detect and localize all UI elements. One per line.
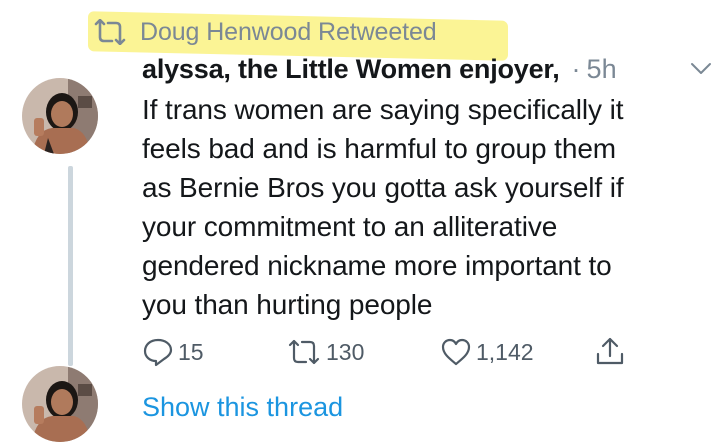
- tweet-text: If trans women are saying specifically i…: [142, 94, 624, 320]
- avatar-photo: [22, 78, 98, 154]
- separator-dot: ·: [571, 54, 581, 84]
- like-count: 1,142: [476, 338, 534, 365]
- chevron-down-icon[interactable]: [690, 62, 712, 76]
- retweet-button[interactable]: 130: [286, 334, 364, 370]
- author-avatar[interactable]: [22, 78, 98, 154]
- share-button[interactable]: [594, 334, 626, 370]
- retweet-count: 130: [326, 338, 365, 365]
- retweet-icon: [288, 339, 320, 365]
- tweet-timestamp[interactable]: 5h: [587, 54, 617, 85]
- reply-count: 15: [178, 338, 204, 365]
- share-icon: [596, 337, 624, 365]
- reply-button[interactable]: 15: [142, 334, 204, 370]
- like-button[interactable]: 1,142: [440, 334, 534, 370]
- retweeted-by-label: Doug Henwood Retweeted: [140, 17, 437, 46]
- author-name[interactable]: alyssa, the Little Women enjoyer,: [142, 54, 560, 85]
- heart-icon: [441, 338, 471, 366]
- tweet-header: alyssa, the Little Women enjoyer, · 5h: [142, 54, 617, 88]
- tweet-actions: 15 130 1,142: [142, 334, 702, 370]
- avatar-photo: [22, 366, 98, 442]
- reply-icon: [143, 338, 173, 367]
- show-thread-link[interactable]: Show this thread: [142, 392, 343, 423]
- retweet-icon: [94, 19, 126, 45]
- retweet-context[interactable]: Doug Henwood Retweeted: [92, 14, 437, 50]
- thread-avatar[interactable]: [22, 366, 98, 442]
- thread-connector-line: [68, 166, 73, 366]
